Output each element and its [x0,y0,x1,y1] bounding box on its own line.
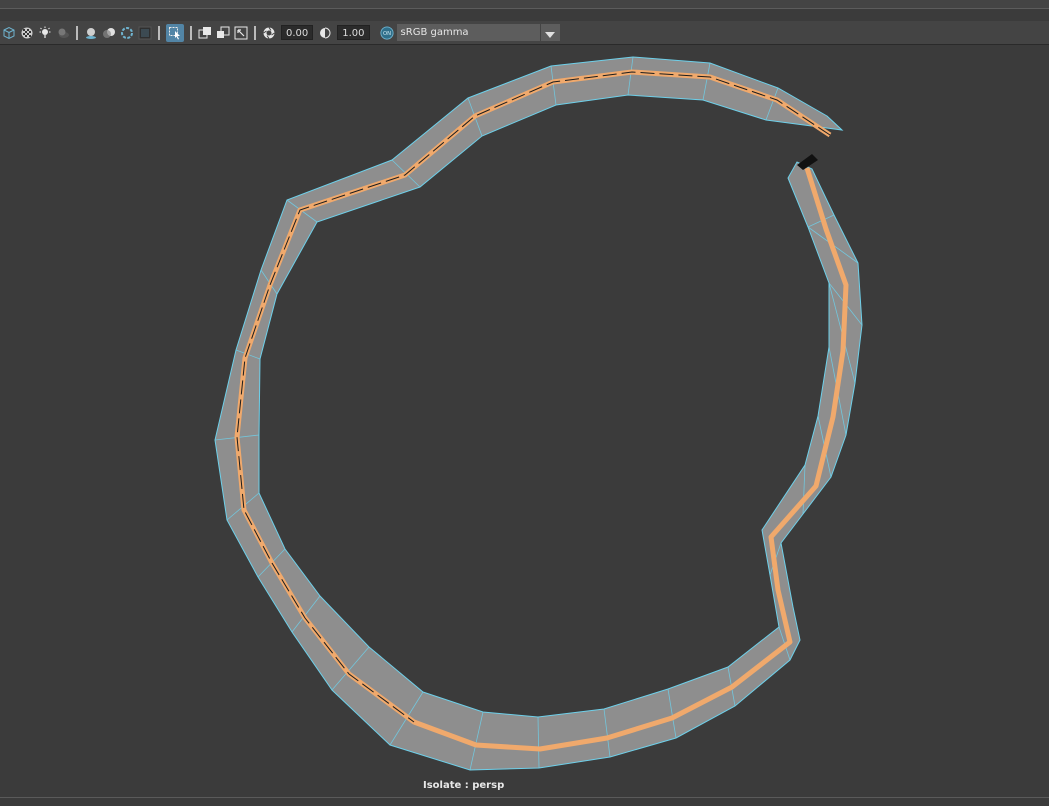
isolate-status-label: Isolate : persp [423,780,505,791]
anti-aliasing-icon[interactable] [120,26,134,40]
wireframe-cube-icon[interactable] [2,26,16,40]
light-bulb-icon[interactable] [38,26,52,40]
viewport-bottom-border [0,797,1049,798]
shadow-icon[interactable] [56,26,70,40]
toolbar-separator [158,25,160,41]
xray-joints-icon[interactable] [216,26,230,40]
ambient-occlusion-icon[interactable] [84,26,98,40]
xray-icon[interactable] [198,26,212,40]
top-panel-strip [0,0,1049,9]
isolate-select-icon[interactable] [166,23,184,42]
viewport-panel[interactable] [0,46,1049,802]
exposure-field[interactable]: 0.00 [281,25,314,40]
exposure-icon[interactable] [262,26,276,40]
motion-blur-icon[interactable] [102,26,116,40]
toolbar-separator [76,25,78,41]
gamma-icon[interactable] [318,26,332,40]
gamma-field[interactable]: 1.00 [337,25,370,40]
toolbar-separator [190,25,192,41]
dropdown-arrow-icon [545,23,556,42]
color-management-icon[interactable]: ON [379,25,395,41]
depth-of-field-icon[interactable] [138,26,152,40]
color-space-control: ON sRGB gamma [377,24,560,41]
checker-texture-icon[interactable] [20,26,34,40]
svg-text:ON: ON [383,31,391,37]
color-space-dropdown-button[interactable] [539,23,560,42]
toolbar-separator [254,25,256,41]
ribbon-mesh[interactable] [0,46,1049,802]
viewport-toolbar: 0.00 1.00 ON sRGB gamma [0,21,1049,45]
color-space-select[interactable]: sRGB gamma [396,24,540,41]
xray-active-icon[interactable] [234,26,248,40]
